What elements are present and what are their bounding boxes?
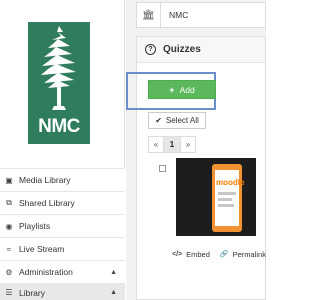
quiz-thumbnail[interactable]: moodle bbox=[176, 158, 256, 236]
moodle-logo: moodle bbox=[216, 178, 245, 187]
sidebar-item-label: Media Library bbox=[19, 175, 71, 185]
link-icon: 🔗 bbox=[219, 251, 229, 258]
checkmark-icon: ✔ bbox=[155, 116, 162, 125]
pager-prev[interactable]: « bbox=[148, 136, 164, 153]
caret-up-icon: ▲ bbox=[110, 289, 117, 296]
sidebar-item-library[interactable]: ☰ Library ▲ bbox=[0, 283, 125, 300]
panel-header: ? Quizzes bbox=[137, 37, 265, 63]
sidebar-item-media-library[interactable]: ▣ Media Library bbox=[0, 168, 125, 191]
sidebar-item-label: Library bbox=[19, 287, 45, 298]
institution-icon: 🏛 bbox=[137, 3, 161, 27]
screen-line bbox=[218, 192, 236, 195]
item-checkbox[interactable] bbox=[159, 165, 166, 172]
logo-text: NMC bbox=[38, 116, 80, 137]
institution-selector[interactable]: 🏛 NMC bbox=[136, 2, 266, 28]
item-actions: </> Embed 🔗 Permalink bbox=[136, 245, 266, 263]
media-icon: ▣ bbox=[5, 175, 13, 185]
sidebar: NMC ▣ Media Library ⧉ Shared Library ◉ P… bbox=[0, 0, 125, 300]
embed-button[interactable]: </> Embed bbox=[172, 250, 210, 259]
phone-image: moodle bbox=[212, 164, 244, 232]
plus-icon: + bbox=[169, 84, 175, 95]
sidebar-item-label: Playlists bbox=[19, 221, 51, 231]
permalink-button[interactable]: 🔗 Permalink bbox=[220, 250, 266, 259]
sidebar-nav: ▣ Media Library ⧉ Shared Library ◉ Playl… bbox=[0, 168, 125, 300]
pagination: « 1 » bbox=[148, 136, 196, 153]
select-all-button[interactable]: ✔ Select All bbox=[148, 112, 206, 129]
pager-current[interactable]: 1 bbox=[163, 136, 181, 153]
gears-icon: ⚙ bbox=[5, 267, 13, 277]
add-button[interactable]: + Add bbox=[148, 80, 216, 99]
tree-icon bbox=[41, 26, 76, 110]
add-button-label: Add bbox=[179, 84, 195, 95]
globe-icon: ◉ bbox=[5, 221, 13, 231]
institution-value: NMC bbox=[169, 10, 189, 20]
sidebar-item-label: Live Stream bbox=[19, 244, 65, 254]
sidebar-item-playlists[interactable]: ◉ Playlists bbox=[0, 214, 125, 237]
embed-label: Embed bbox=[186, 249, 210, 259]
wifi-icon: ≈ bbox=[6, 244, 12, 254]
shared-icon: ⧉ bbox=[6, 198, 12, 207]
screen-line bbox=[218, 204, 234, 207]
permalink-label: Permalink bbox=[232, 249, 266, 259]
panel-title: Quizzes bbox=[163, 44, 201, 55]
sidebar-item-live-stream[interactable]: ≈ Live Stream bbox=[0, 237, 125, 260]
select-all-label: Select All bbox=[165, 116, 199, 125]
main-content: 🏛 NMC ? Quizzes + Add ✔ Select All « 1 »… bbox=[126, 0, 266, 300]
library-icon: ☰ bbox=[5, 288, 13, 297]
question-circle-icon: ? bbox=[145, 44, 156, 55]
sidebar-item-administration[interactable]: ⚙ Administration ▲ bbox=[0, 260, 125, 283]
sidebar-item-label: Shared Library bbox=[19, 198, 75, 208]
screen-line bbox=[218, 198, 232, 201]
sidebar-item-label: Administration bbox=[19, 267, 73, 277]
sidebar-item-shared-library[interactable]: ⧉ Shared Library bbox=[0, 191, 125, 214]
code-icon: </> bbox=[172, 250, 183, 258]
phone-screen: moodle bbox=[215, 170, 244, 226]
caret-up-icon: ▲ bbox=[110, 268, 117, 276]
nmc-logo: NMC bbox=[28, 22, 90, 144]
pager-next[interactable]: » bbox=[180, 136, 196, 153]
